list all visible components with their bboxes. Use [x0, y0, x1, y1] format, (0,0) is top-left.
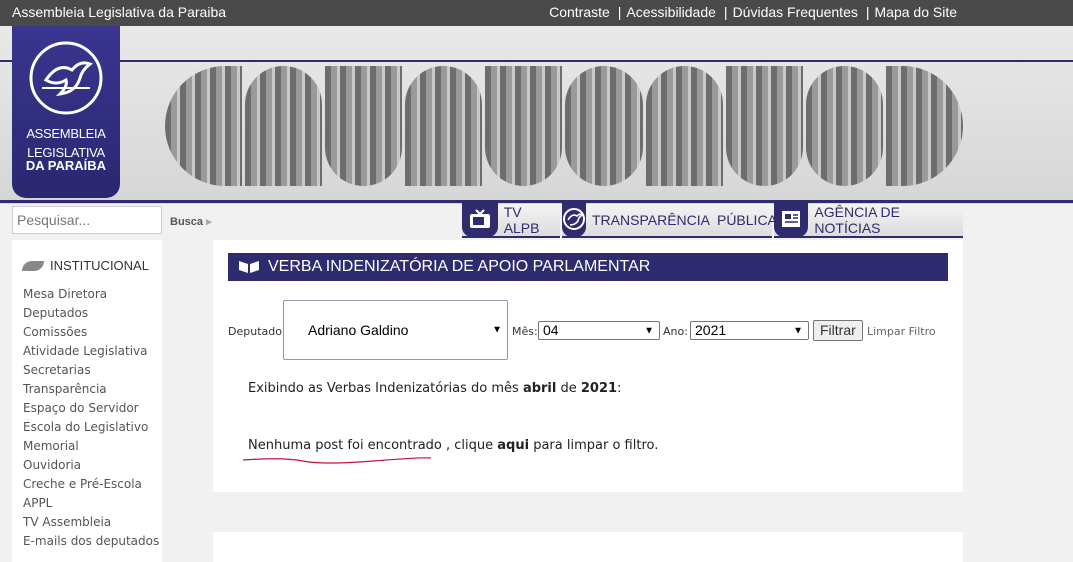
tv-alpb-label: TV ALPB	[503, 204, 540, 236]
banner-photo	[805, 66, 883, 186]
transparencia-button[interactable]: TRANSPARÊNCIA PÚBLICA	[562, 201, 777, 238]
transparency-emblem-icon	[562, 201, 586, 237]
header: ASSEMBLEIA LEGISLATIVA DA PARAÍBA	[0, 26, 1073, 204]
leaf-icon	[22, 260, 44, 271]
acessibilidade-link[interactable]: Acessibilidade	[626, 4, 716, 20]
search-button[interactable]: Busca ▸	[170, 215, 212, 228]
banner-photo	[165, 66, 243, 186]
sidebar-item-ouvidoria[interactable]: Ouvidoria	[23, 456, 159, 475]
sidebar: INSTITUCIONAL Mesa Diretora Deputados Co…	[12, 240, 162, 562]
sidebar-item-emails-deputados[interactable]: E-mails dos deputados	[23, 532, 159, 551]
separator: |	[865, 4, 870, 20]
empty-results-message: Nenhuma post foi encontrado , clique aqu…	[248, 438, 658, 453]
summary-suffix: :	[617, 381, 622, 396]
tv-icon	[462, 201, 498, 237]
chevron-down-icon: ▼	[644, 325, 654, 336]
limpar-filtro-link[interactable]: Limpar Filtro	[867, 325, 936, 338]
filtrar-button[interactable]: Filtrar	[813, 320, 863, 341]
dove-emblem-icon	[29, 41, 103, 115]
summary-year: 2021	[580, 381, 618, 396]
results-summary: Exibindo as Verbas Indenizatórias do mês…	[248, 381, 621, 396]
banner-photo	[885, 66, 963, 186]
site-name: Assembleia Legislativa da Paraiba	[12, 4, 227, 20]
sidebar-item-deputados[interactable]: Deputados	[23, 304, 159, 323]
sidebar-item-creche[interactable]: Creche e Pré-Escola	[23, 475, 159, 494]
ano-label: Ano:	[663, 325, 688, 338]
sidebar-item-escola-legislativo[interactable]: Escola do Legislativo	[23, 418, 159, 437]
empty-text: Nenhuma post foi encontrado , clique	[248, 438, 498, 453]
agencia-noticias-label: AGÊNCIA DE NOTÍCIAS	[814, 204, 900, 236]
banner-photo	[725, 66, 803, 186]
logo-line: ASSEMBLEIA	[26, 126, 106, 141]
empty-after: para limpar o filtro.	[529, 438, 659, 453]
mes-value: 04	[543, 322, 559, 338]
tv-alpb-button[interactable]: TV ALPB	[462, 201, 560, 238]
top-bar: Assembleia Legislativa da Paraiba Contra…	[0, 0, 1073, 26]
chevron-down-icon: ▼	[793, 325, 803, 336]
sidebar-item-secretarias[interactable]: Secretarias	[23, 361, 159, 380]
logo-line: DA PARAÍBA	[25, 158, 107, 173]
deputado-value: Adriano Galdino	[308, 322, 409, 338]
agencia-noticias-button[interactable]: AGÊNCIA DE NOTÍCIAS	[774, 201, 963, 238]
search-input[interactable]: Pesquisar...	[12, 206, 162, 234]
mes-select[interactable]: 04 ▼	[538, 321, 660, 340]
banner-photo	[645, 66, 723, 186]
sidebar-item-tv-assembleia[interactable]: TV Assembleia	[23, 513, 159, 532]
arrow-icon: ▸	[206, 216, 212, 228]
sidebar-title-label: INSTITUCIONAL	[50, 258, 149, 273]
sidebar-title: INSTITUCIONAL	[22, 258, 149, 273]
deputado-select[interactable]: Adriano Galdino ▼	[283, 300, 508, 360]
sidebar-item-mesa-diretora[interactable]: Mesa Diretora	[23, 285, 159, 304]
search-button-label: Busca	[170, 216, 204, 228]
sidebar-item-comissoes[interactable]: Comissões	[23, 323, 159, 342]
chevron-down-icon: ▼	[492, 324, 502, 336]
page-title-bar: VERBA INDENIZATÓRIA DE APOIO PARLAMENTAR	[228, 253, 948, 281]
contraste-link[interactable]: Contraste	[549, 4, 610, 20]
sidebar-item-memorial[interactable]: Memorial	[23, 437, 159, 456]
header-divider	[0, 60, 1073, 62]
banner-photo	[565, 66, 643, 186]
sidebar-item-espaco-servidor[interactable]: Espaço do Servidor	[23, 399, 159, 418]
sidebar-item-atividade-legislativa[interactable]: Atividade Legislativa	[23, 342, 159, 361]
main-content: VERBA INDENIZATÓRIA DE APOIO PARLAMENTAR…	[213, 240, 963, 492]
clear-filter-link[interactable]: aqui	[497, 438, 529, 453]
separator: |	[723, 4, 728, 20]
sidebar-item-appl[interactable]: APPL	[23, 494, 159, 513]
summary-prefix: Exibindo as Verbas Indenizatórias do mês	[248, 381, 523, 396]
sidebar-item-transparencia[interactable]: Transparência	[23, 380, 159, 399]
top-links: Contraste | Acessibilidade | Dúvidas Fre…	[549, 4, 957, 20]
book-icon	[239, 261, 259, 273]
sidebar-menu: Mesa Diretora Deputados Comissões Ativid…	[23, 285, 159, 551]
summary-month: abril	[522, 381, 557, 396]
mes-label: Mês:	[512, 325, 538, 338]
banner-photo	[485, 66, 563, 186]
ano-select[interactable]: 2021 ▼	[690, 321, 809, 340]
ano-value: 2021	[695, 322, 727, 338]
banner-photo	[245, 66, 323, 186]
banner-photo	[325, 66, 403, 186]
banner-photo	[405, 66, 483, 186]
newspaper-icon	[774, 201, 809, 237]
header-divider	[0, 200, 1073, 203]
transparencia-label: TRANSPARÊNCIA PÚBLICA	[592, 212, 777, 228]
header-banner-photos	[165, 66, 963, 186]
spellcheck-underline	[243, 457, 432, 464]
mapa-do-site-link[interactable]: Mapa do Site	[875, 4, 958, 20]
duvidas-frequentes-link[interactable]: Dúvidas Frequentes	[733, 4, 858, 20]
deputado-label: Deputado:	[228, 325, 286, 338]
summary-middle: de	[556, 381, 581, 396]
separator: |	[617, 4, 622, 20]
page-title: VERBA INDENIZATÓRIA DE APOIO PARLAMENTAR	[268, 258, 651, 275]
assembly-logo[interactable]: ASSEMBLEIA LEGISLATIVA DA PARAÍBA	[12, 26, 120, 198]
content-panel	[213, 532, 963, 562]
